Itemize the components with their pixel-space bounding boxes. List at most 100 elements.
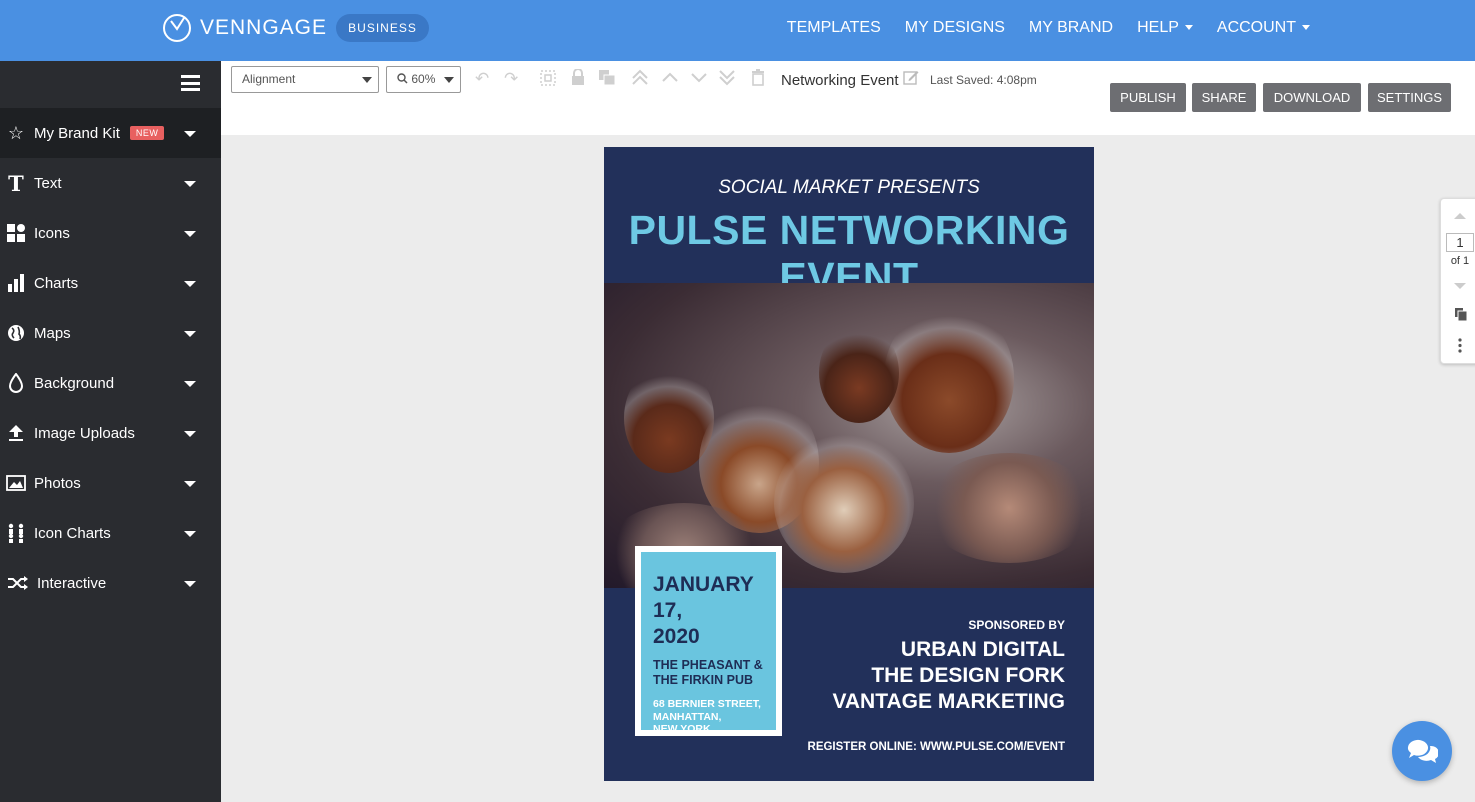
edit-icon[interactable] (903, 69, 919, 89)
logo[interactable]: VENNGAGE (162, 13, 327, 43)
undo-icon[interactable]: ↶ (475, 69, 489, 89)
sidebar-item-charts[interactable]: Charts (0, 258, 221, 308)
event-info-panel: JANUARY 17, 2020 THE PHEASANT & THE FIRK… (641, 552, 776, 735)
star-icon: ☆ (7, 122, 25, 143)
nav-my-brand[interactable]: MY BRAND (1029, 19, 1113, 37)
poster-subtitle[interactable]: SOCIAL MARKET PRESENTS (604, 177, 1094, 199)
settings-button[interactable]: SETTINGS (1368, 83, 1451, 112)
people-icon (5, 522, 27, 544)
photo-icon (5, 472, 27, 494)
sidebar-item-my-brand-kit[interactable]: ☆ My Brand Kit NEW (0, 108, 221, 158)
sidebar-item-label: Icons (34, 224, 70, 242)
sidebar-item-label: Text (34, 174, 62, 192)
design-canvas[interactable]: SOCIAL MARKET PRESENTS PULSE NETWORKING … (604, 147, 1094, 781)
sidebar-item-maps[interactable]: Maps (0, 308, 221, 358)
droplet-icon (5, 372, 27, 394)
bring-to-front-icon[interactable] (631, 69, 649, 91)
nav-help[interactable]: HELP (1137, 19, 1193, 37)
sidebar-item-icons[interactable]: Icons (0, 208, 221, 258)
page-count-label: of 1 (1450, 255, 1470, 267)
nav-help-label: HELP (1137, 19, 1179, 36)
chevron-down-icon (1302, 25, 1310, 31)
bring-forward-icon[interactable] (661, 69, 679, 91)
zoom-select[interactable]: 60% (386, 66, 461, 93)
chevron-down-icon[interactable] (184, 181, 196, 187)
sidebar-item-label: Image Uploads (34, 424, 135, 442)
page-down-icon[interactable] (1453, 282, 1467, 291)
send-backward-icon[interactable] (690, 69, 708, 91)
lock-icon[interactable] (571, 68, 585, 91)
nav-account-label: ACCOUNT (1216, 19, 1296, 36)
sidebar: ☆ My Brand Kit NEW T Text Icons Charts M… (0, 61, 221, 802)
sidebar-header (0, 61, 221, 108)
sidebar-item-text[interactable]: T Text (0, 158, 221, 208)
send-to-back-icon[interactable] (718, 69, 736, 91)
top-nav-bar: VENNGAGE BUSINESS TEMPLATES MY DESIGNS M… (0, 0, 1475, 61)
shapes-icon (5, 222, 27, 244)
share-button[interactable]: SHARE (1192, 83, 1256, 112)
nav-templates[interactable]: TEMPLATES (787, 19, 881, 37)
sidebar-item-label: Charts (34, 274, 79, 292)
venngage-logo-icon (163, 14, 191, 42)
more-options-icon[interactable] (1458, 338, 1462, 353)
chevron-down-icon[interactable] (184, 581, 196, 587)
sidebar-item-photos[interactable]: Photos (0, 458, 221, 508)
event-address-line3: NEW YORK (653, 723, 711, 735)
nav-templates-label: TEMPLATES (786, 19, 881, 36)
page-up-icon[interactable] (1453, 211, 1467, 220)
event-address-line2: MANHATTAN, (653, 710, 722, 723)
chat-button[interactable] (1392, 721, 1452, 781)
trash-icon[interactable] (751, 69, 765, 91)
page-navigator: 1 of 1 (1440, 198, 1475, 364)
sidebar-item-interactive[interactable]: Interactive (0, 558, 221, 608)
chevron-down-icon[interactable] (184, 431, 196, 437)
sponsored-by-label[interactable]: SPONSORED BY (968, 618, 1065, 632)
publish-button[interactable]: PUBLISH (1110, 83, 1186, 112)
event-venue-line2: THE FIRKIN PUB (653, 673, 753, 687)
chevron-down-icon[interactable] (184, 231, 196, 237)
poster-photo[interactable] (604, 283, 1094, 588)
sponsor-list[interactable]: URBAN DIGITAL THE DESIGN FORK VANTAGE MA… (832, 637, 1065, 715)
zoom-select-value: 60% (411, 72, 436, 86)
editor-toolbar: Alignment 60% ↶ ↷ Networking Event Last … (221, 61, 1475, 135)
top-nav: TEMPLATES MY DESIGNS MY BRAND HELP ACCOU… (763, 19, 1310, 37)
text-icon: T (8, 170, 24, 196)
shuffle-icon (5, 572, 30, 594)
new-badge: NEW (129, 126, 165, 140)
alignment-select[interactable]: Alignment (231, 66, 379, 93)
event-address[interactable]: 68 BERNIER STREET, MANHATTAN, NEW YORK (653, 698, 764, 736)
group-icon[interactable] (539, 69, 557, 92)
event-date[interactable]: JANUARY 17, 2020 (653, 572, 764, 650)
nav-my-brand-label: MY BRAND (1028, 19, 1114, 36)
chevron-down-icon[interactable] (184, 281, 196, 287)
chevron-down-icon[interactable] (184, 481, 196, 487)
event-info-box[interactable]: JANUARY 17, 2020 THE PHEASANT & THE FIRK… (635, 546, 782, 736)
sidebar-item-icon-charts[interactable]: Icon Charts (0, 508, 221, 558)
nav-my-designs[interactable]: MY DESIGNS (905, 19, 1005, 37)
chevron-down-icon[interactable] (184, 331, 196, 337)
chevron-down-icon (444, 77, 454, 83)
redo-icon[interactable]: ↷ (504, 69, 518, 89)
sidebar-item-background[interactable]: Background (0, 358, 221, 408)
page-number-input[interactable]: 1 (1446, 233, 1474, 252)
event-venue[interactable]: THE PHEASANT & THE FIRKIN PUB (653, 658, 764, 688)
sidebar-item-label: Photos (34, 474, 81, 492)
magnifier-icon (397, 73, 408, 84)
chevron-down-icon[interactable] (184, 381, 196, 387)
chevron-down-icon[interactable] (184, 131, 196, 137)
sidebar-item-label: Background (34, 374, 115, 392)
download-button[interactable]: DOWNLOAD (1263, 83, 1361, 112)
duplicate-icon[interactable] (598, 69, 616, 91)
chevron-down-icon (362, 77, 372, 83)
chevron-down-icon[interactable] (184, 531, 196, 537)
globe-icon (5, 322, 27, 344)
hamburger-menu-icon[interactable] (181, 75, 200, 91)
register-url[interactable]: REGISTER ONLINE: WWW.PULSE.COM/EVENT (808, 741, 1065, 753)
document-title[interactable]: Networking Event (781, 72, 899, 89)
bar-chart-icon (5, 272, 27, 294)
copy-page-icon[interactable] (1454, 307, 1468, 322)
nav-account[interactable]: ACCOUNT (1217, 19, 1310, 37)
sponsor-name: VANTAGE MARKETING (832, 690, 1065, 713)
sidebar-item-image-uploads[interactable]: Image Uploads (0, 408, 221, 458)
alignment-select-value: Alignment (242, 72, 296, 86)
